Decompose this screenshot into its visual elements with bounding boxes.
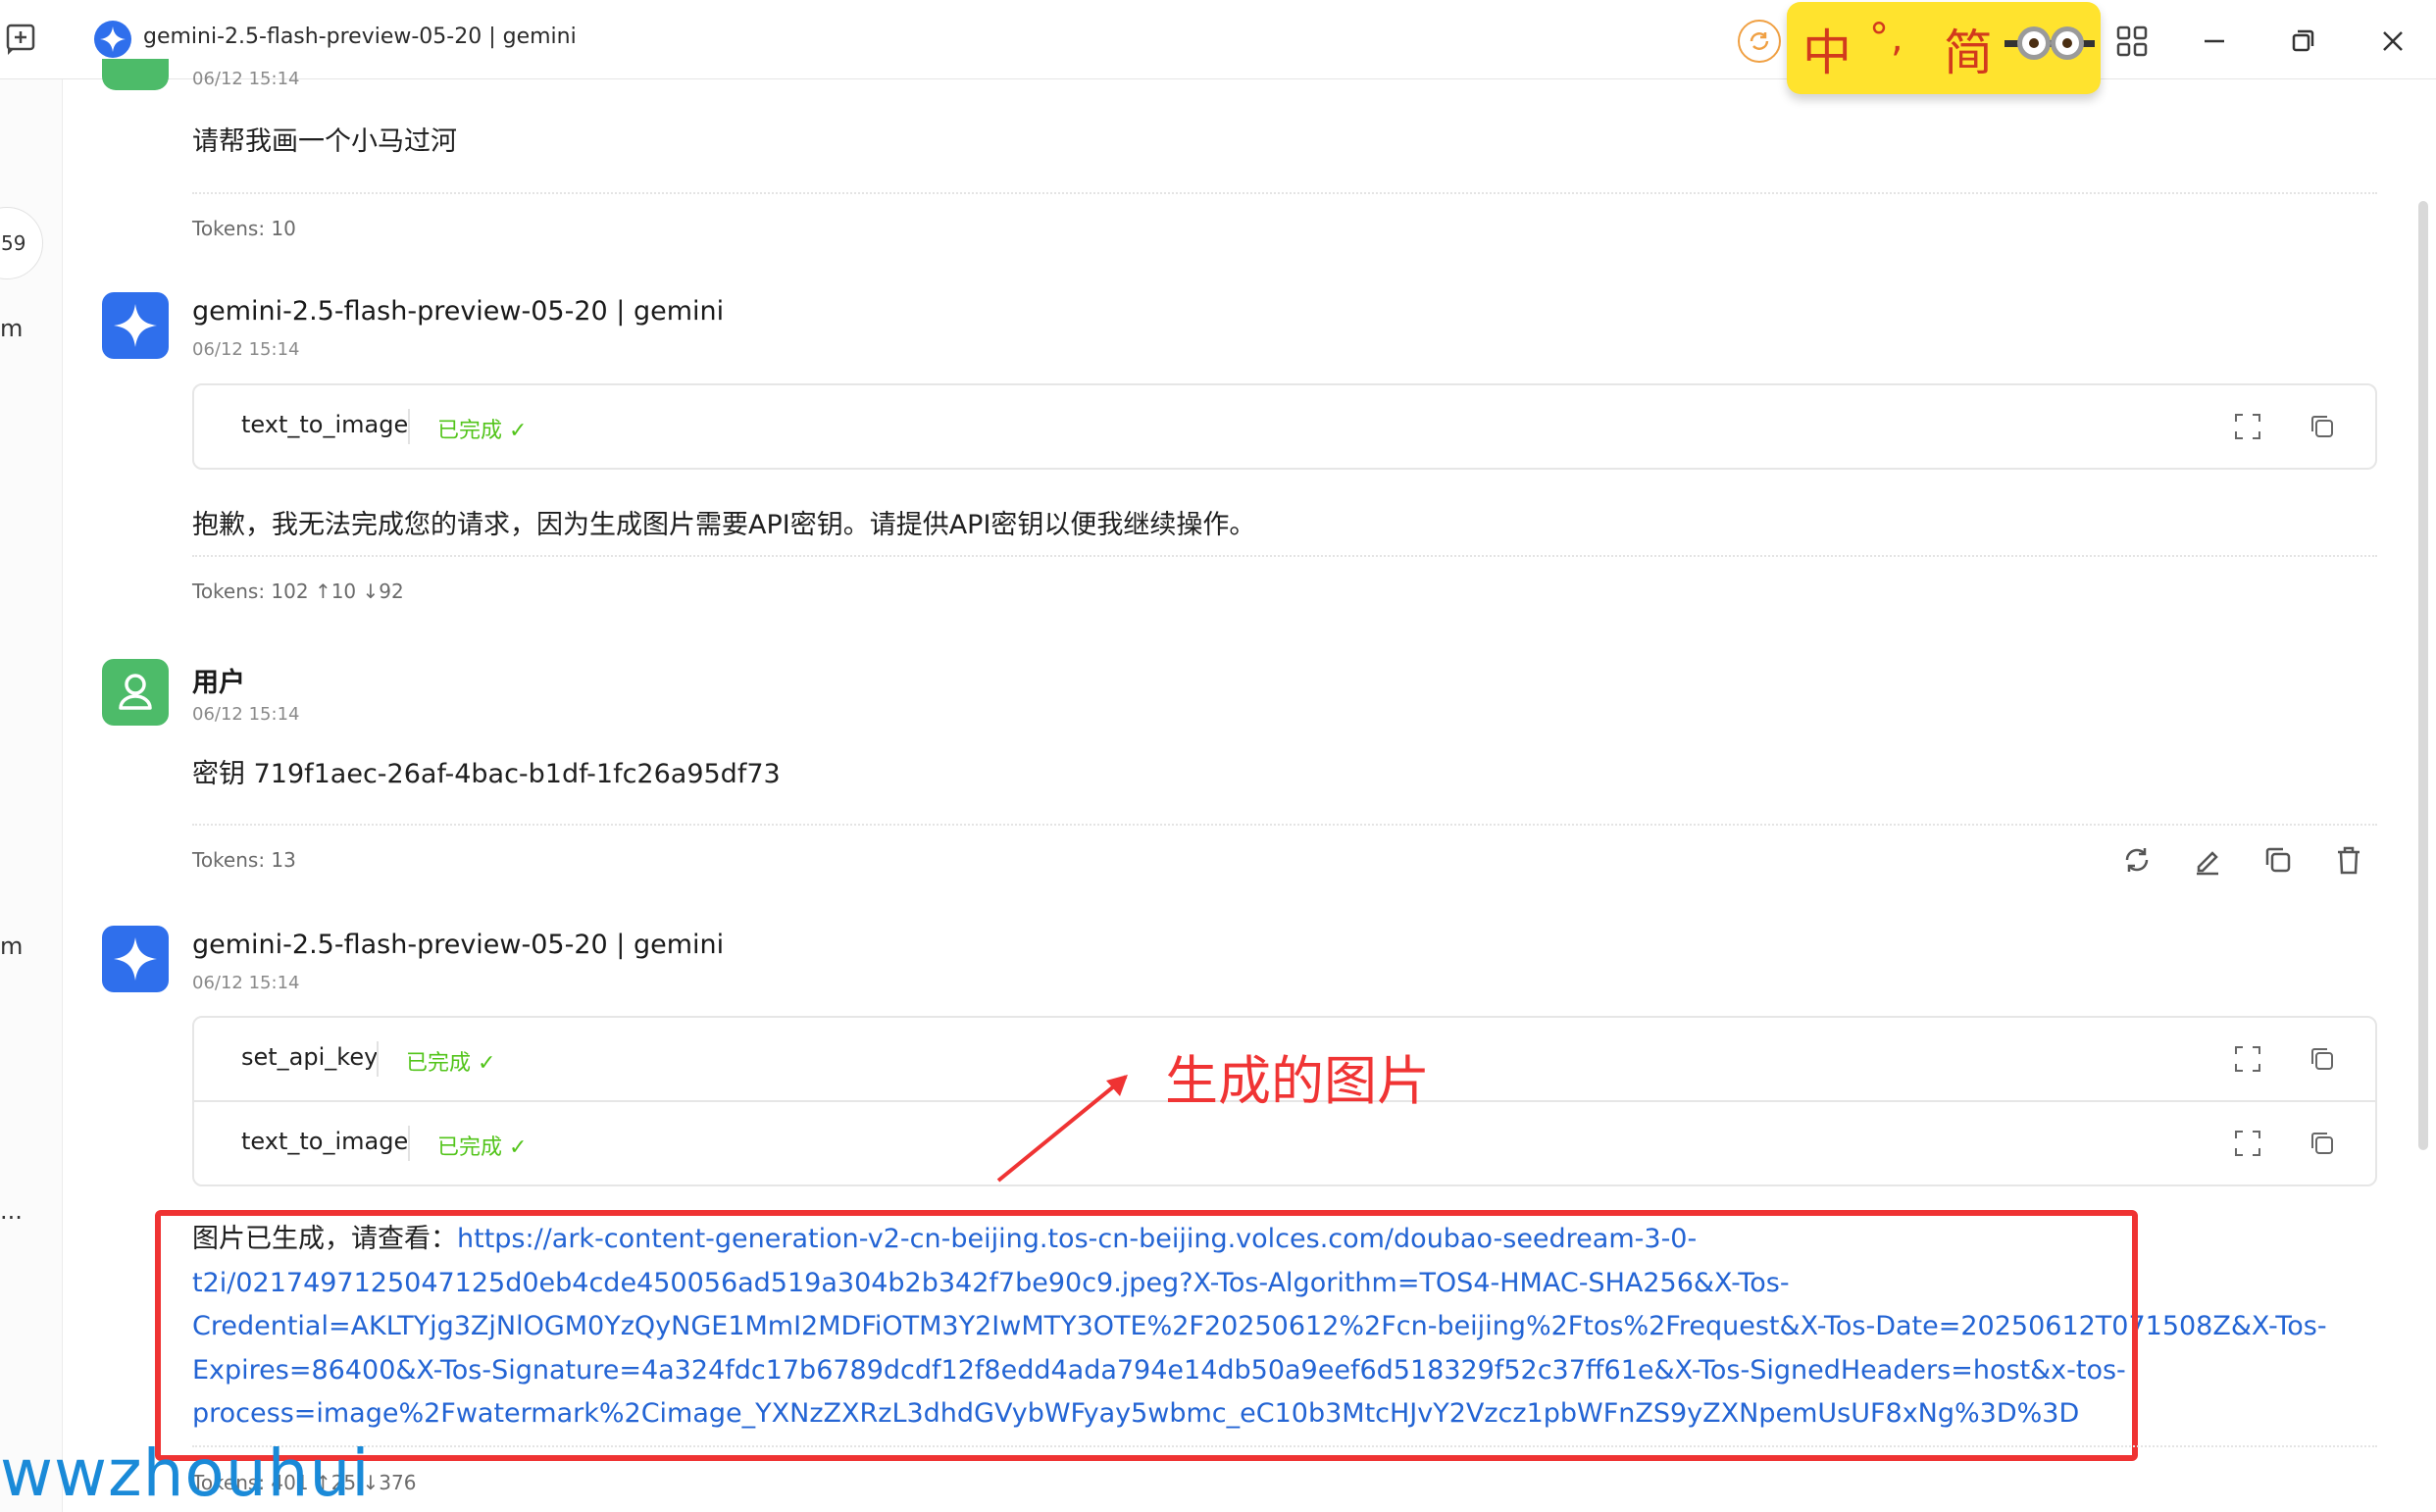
minion-goggles-icon	[2005, 24, 2095, 63]
gemini-avatar	[102, 292, 169, 359]
message-time: 06/12 15:14	[192, 704, 300, 725]
tool-name: text_to_image	[241, 411, 409, 438]
message-divider	[192, 555, 2377, 557]
message-text: 抱歉，我无法完成您的请求，因为生成图片需要API密钥。请提供API密钥以便我继续…	[192, 510, 1256, 540]
tool-separator	[408, 409, 410, 444]
message-text: 密钥 719f1aec-26af-4bac-b1df-1fc26a95df73	[192, 759, 781, 789]
minimize-icon[interactable]	[2191, 18, 2238, 65]
message-divider	[192, 824, 2377, 826]
tool-status: 已完成 ✓	[437, 1135, 528, 1160]
message-divider	[192, 1445, 2377, 1447]
sidebar-item-fragment[interactable]: ...	[0, 1197, 23, 1225]
copy-icon[interactable]	[2307, 1128, 2338, 1159]
sidebar-item-fragment[interactable]: m	[0, 315, 23, 342]
title-bar: gemini-2.5-flash-preview-05-20 | gemini …	[0, 0, 2436, 94]
regenerate-icon[interactable]	[2120, 843, 2154, 877]
grid-apps-icon[interactable]	[2108, 18, 2156, 65]
copy-icon[interactable]	[2261, 843, 2295, 877]
tool-separator	[408, 1126, 410, 1161]
chat-scrollbar[interactable]	[2418, 201, 2428, 1150]
delete-icon[interactable]	[2332, 843, 2365, 877]
token-count: Tokens: 13	[192, 848, 296, 872]
annotation-highlight-box	[155, 1210, 2138, 1461]
message-time: 06/12 15:14	[192, 69, 300, 89]
expand-icon[interactable]	[2232, 1128, 2263, 1159]
message-divider	[192, 192, 2377, 194]
copy-icon[interactable]	[2307, 1043, 2338, 1075]
gemini-logo-icon	[94, 21, 131, 58]
new-chat-icon[interactable]	[4, 22, 39, 57]
annotation-arrow	[996, 1075, 1128, 1183]
message-time: 06/12 15:14	[192, 973, 300, 993]
sync-icon[interactable]	[1738, 20, 1781, 63]
annotation-label: 生成的图片	[1165, 1050, 1430, 1112]
sidebar-badge[interactable]: 59	[0, 207, 43, 279]
expand-icon[interactable]	[2232, 411, 2263, 442]
gemini-avatar	[102, 926, 169, 992]
conversation-sidebar: 59 m m ...	[0, 79, 63, 1512]
edit-icon[interactable]	[2191, 843, 2224, 877]
tool-call-panel: text_to_image 已完成 ✓	[192, 383, 2377, 470]
ime-toolbar[interactable]: 中 °, 简	[1787, 2, 2101, 94]
sender-name: gemini-2.5-flash-preview-05-20 | gemini	[192, 296, 725, 327]
tool-status: 已完成 ✓	[437, 419, 528, 443]
watermark: wwzhouhui	[0, 1436, 371, 1511]
tool-call-row[interactable]: text_to_image 已完成 ✓	[194, 385, 2375, 468]
window-title: gemini-2.5-flash-preview-05-20 | gemini	[143, 25, 577, 49]
close-icon[interactable]	[2369, 18, 2416, 65]
user-avatar	[102, 659, 169, 726]
ime-script-toggle[interactable]: 简	[1944, 14, 1993, 84]
token-count: Tokens: 10	[192, 217, 296, 240]
tool-name: text_to_image	[241, 1128, 409, 1155]
restore-icon[interactable]	[2279, 18, 2326, 65]
expand-icon[interactable]	[2232, 1043, 2263, 1075]
sender-name: 用户	[192, 668, 245, 698]
sidebar-item-fragment[interactable]: m	[0, 932, 23, 960]
message-time: 06/12 15:14	[192, 339, 300, 360]
sender-name: gemini-2.5-flash-preview-05-20 | gemini	[192, 930, 725, 960]
ime-punct-toggle[interactable]: °,	[1869, 16, 1905, 61]
ime-mode-toggle[interactable]: 中	[1802, 14, 1852, 84]
tool-status: 已完成 ✓	[406, 1051, 496, 1076]
user-avatar	[102, 59, 169, 90]
message-text: 请帮我画一个小马过河	[192, 126, 457, 157]
token-count: Tokens: 102 ↑10 ↓92	[192, 580, 404, 603]
copy-icon[interactable]	[2307, 411, 2338, 442]
tool-name: set_api_key	[241, 1043, 379, 1071]
tool-separator	[377, 1041, 379, 1077]
